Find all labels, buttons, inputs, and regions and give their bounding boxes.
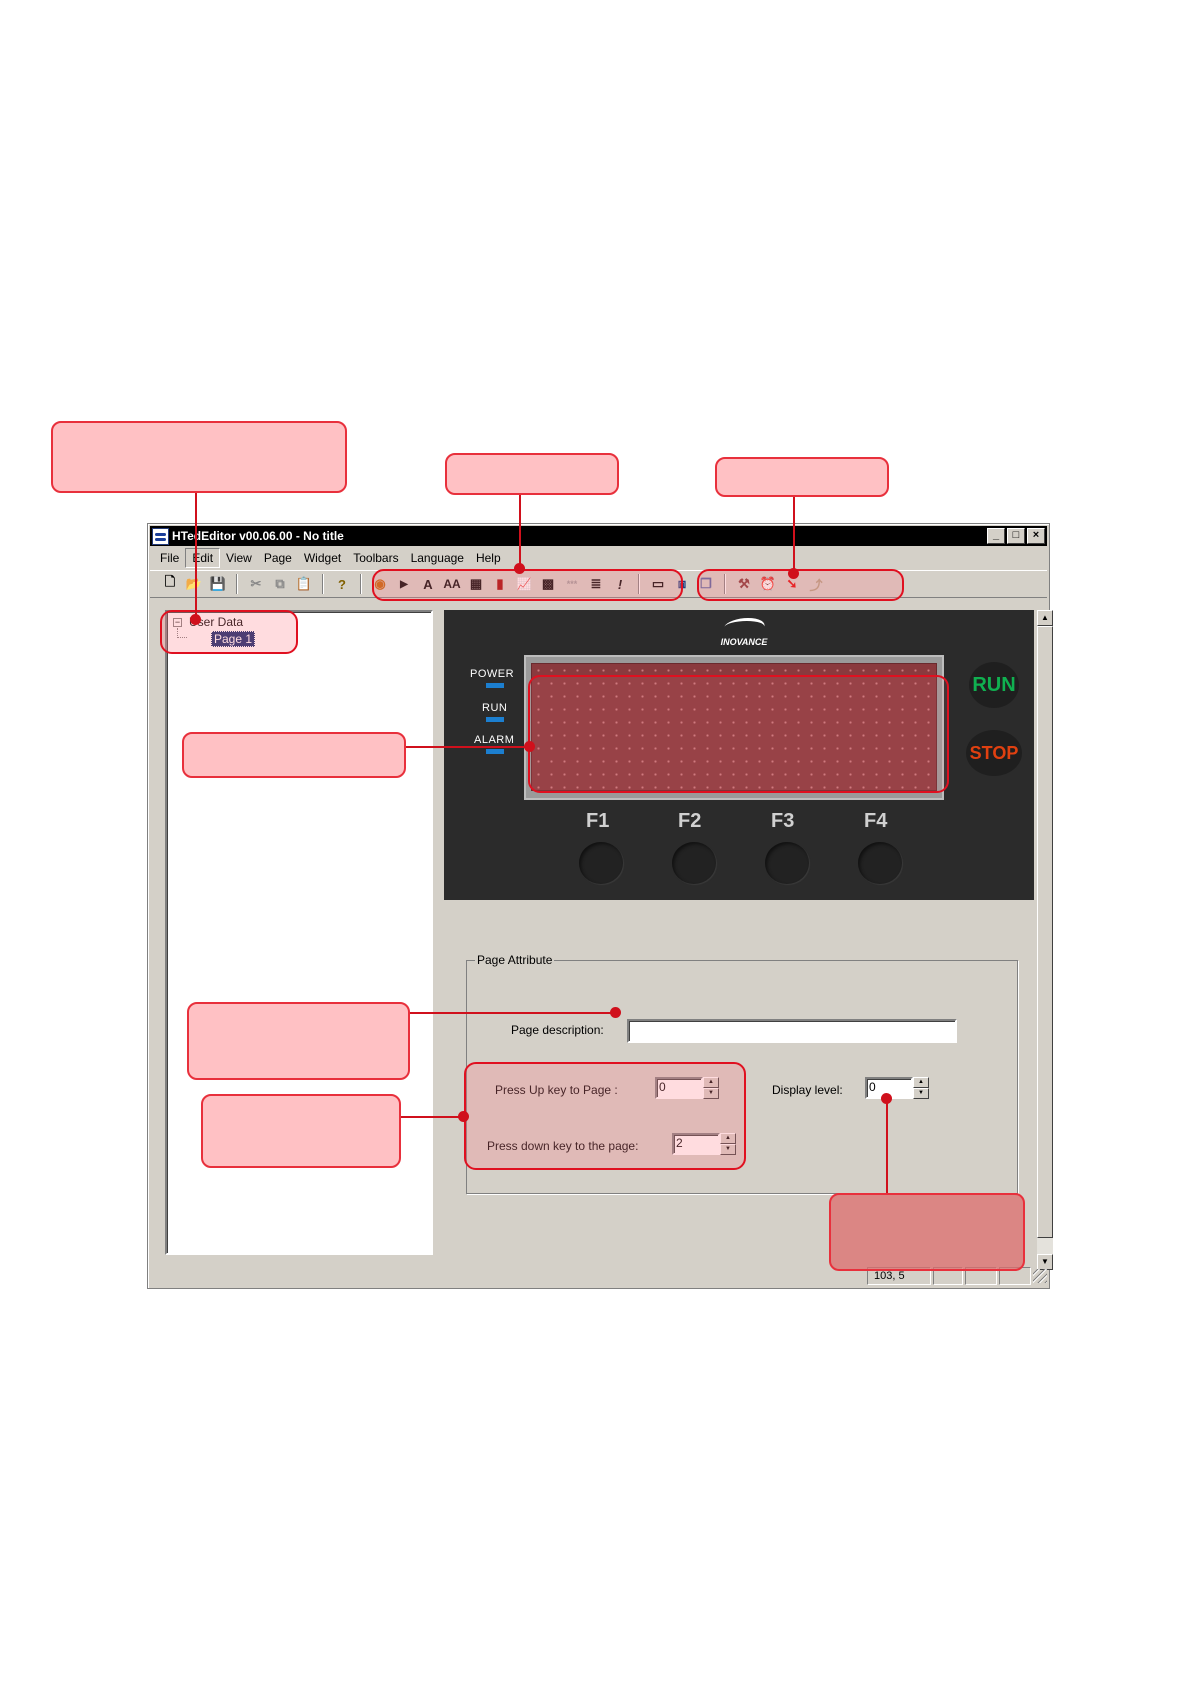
connector-dot-page-description	[610, 1007, 621, 1018]
callout-display-level	[829, 1193, 1025, 1271]
highlight-key-pages	[464, 1062, 746, 1170]
save-icon[interactable]: 💾	[206, 573, 230, 595]
connector-page-toolbar	[793, 497, 795, 575]
cut-icon[interactable]: ✂	[244, 573, 268, 595]
new-icon[interactable]: 🗋	[158, 573, 182, 595]
connector-display-level	[886, 1098, 888, 1193]
page-description-label: Page description:	[511, 1023, 604, 1037]
open-icon[interactable]: 📂	[182, 573, 206, 595]
menu-language[interactable]: Language	[405, 549, 470, 567]
copy-icon[interactable]: ⧉	[268, 573, 292, 595]
toolbar-separator	[236, 574, 238, 594]
connector-page-description	[410, 1012, 615, 1014]
brand-logo-mark	[719, 618, 769, 636]
page-description-input[interactable]	[627, 1019, 957, 1043]
menu-toolbars[interactable]: Toolbars	[347, 549, 404, 567]
vertical-scrollbar[interactable]: ▲ ▼	[1037, 610, 1053, 1270]
connector-dot-lcd	[524, 741, 535, 752]
title-bar: HTedEditor v00.06.00 - No title _ □ ×	[150, 526, 1047, 546]
connector-dot-display-level	[881, 1093, 892, 1104]
connector-dot-widget-toolbar	[514, 563, 525, 574]
spin-down-icon[interactable]: ▼	[913, 1088, 929, 1099]
maximize-button[interactable]: □	[1007, 528, 1025, 544]
menu-bar: File Edit View Page Widget Toolbars Lang…	[150, 548, 1047, 568]
callout-page-toolbar	[715, 457, 889, 497]
run-button[interactable]: RUN	[969, 662, 1019, 708]
scroll-up-icon[interactable]: ▲	[1037, 610, 1053, 626]
run-led	[486, 717, 504, 722]
callout-tree	[51, 421, 347, 493]
connector-widget-toolbar	[519, 495, 521, 569]
connector-tree	[195, 493, 197, 619]
display-level-spin-buttons: ▲ ▼	[913, 1077, 929, 1099]
toolbar-separator	[322, 574, 324, 594]
f2-key[interactable]	[672, 842, 716, 884]
stop-button[interactable]: STOP	[966, 730, 1022, 776]
highlight-page-toolbar	[697, 569, 904, 601]
menu-widget[interactable]: Widget	[298, 549, 347, 567]
connector-dot-page-toolbar	[788, 568, 799, 579]
brand-logo: INOVANCE	[714, 618, 774, 647]
callout-key-pages	[201, 1094, 401, 1168]
highlight-lcd	[528, 675, 949, 793]
connector-dot-key-pages	[458, 1111, 469, 1122]
minimize-button[interactable]: _	[987, 528, 1005, 544]
f3-label: F3	[771, 810, 795, 832]
callout-lcd	[182, 732, 406, 778]
led-label-run: RUN	[482, 702, 508, 714]
menu-help[interactable]: Help	[470, 549, 507, 567]
app-logo-icon	[152, 527, 169, 545]
help-icon[interactable]: ?	[330, 573, 354, 595]
f3-key[interactable]	[765, 842, 809, 884]
menu-edit[interactable]: Edit	[185, 548, 221, 568]
connector-dot-tree	[190, 614, 201, 625]
led-label-alarm: ALARM	[474, 734, 515, 746]
window-controls: _ □ ×	[987, 528, 1045, 544]
f2-label: F2	[678, 810, 702, 832]
f1-label: F1	[586, 810, 610, 832]
alarm-led	[486, 749, 504, 754]
spin-up-icon[interactable]: ▲	[913, 1077, 929, 1088]
menu-view[interactable]: View	[220, 549, 258, 567]
scroll-thumb[interactable]	[1037, 626, 1053, 1238]
display-level-spinner[interactable]: 0 ▲ ▼	[865, 1077, 929, 1099]
f4-label: F4	[864, 810, 888, 832]
close-button[interactable]: ×	[1027, 528, 1045, 544]
toolbar-separator	[360, 574, 362, 594]
power-led	[486, 683, 504, 688]
f4-key[interactable]	[858, 842, 902, 884]
brand-logo-text: INOVANCE	[720, 637, 768, 647]
led-label-power: POWER	[470, 668, 515, 680]
paste-icon[interactable]: 📋	[292, 573, 316, 595]
highlight-tree-items	[160, 610, 298, 654]
callout-page-description	[187, 1002, 410, 1080]
highlight-widget-toolbar	[372, 569, 683, 601]
menu-file[interactable]: File	[154, 549, 185, 567]
group-title: Page Attribute	[475, 953, 555, 967]
f1-key[interactable]	[579, 842, 623, 884]
connector-key-pages	[401, 1116, 464, 1118]
display-level-label: Display level:	[772, 1083, 843, 1097]
connector-lcd	[406, 746, 530, 748]
resize-grip-icon[interactable]	[1033, 1269, 1047, 1283]
callout-widget-toolbar	[445, 453, 619, 495]
window-title: HTedEditor v00.06.00 - No title	[172, 529, 344, 543]
menu-page[interactable]: Page	[258, 549, 298, 567]
